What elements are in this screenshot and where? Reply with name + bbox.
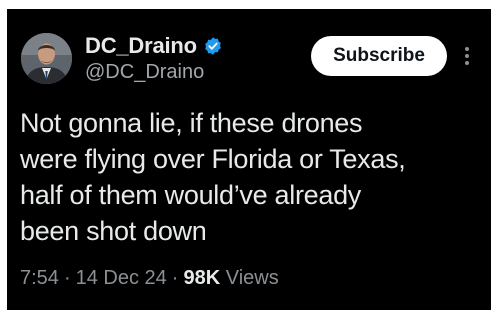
tweet-text-line: half of them would’ve already bbox=[20, 180, 361, 210]
meta-separator: · bbox=[63, 267, 71, 289]
views-count[interactable]: 98K bbox=[183, 267, 220, 289]
author-name-row[interactable]: DC_Draino bbox=[85, 33, 223, 59]
subscribe-button[interactable]: Subscribe bbox=[311, 36, 447, 76]
meta-separator: · bbox=[171, 267, 179, 289]
verified-badge-icon bbox=[205, 37, 221, 55]
views-label: Views bbox=[225, 267, 279, 289]
tweet-text-line: Not gonna lie, if these drones bbox=[20, 108, 363, 138]
author-display-name[interactable]: DC_Draino bbox=[85, 33, 197, 59]
more-options-icon[interactable] bbox=[459, 44, 475, 68]
tweet-text: Not gonna lie, if these drones were flyi… bbox=[20, 105, 480, 249]
tweet-date[interactable]: 14 Dec 24 bbox=[76, 267, 167, 289]
tweet-text-line: were flying over Florida or Texas, bbox=[20, 144, 406, 174]
tweet-text-line: been shot down bbox=[20, 216, 207, 246]
tweet-meta: 7:54 · 14 Dec 24 · 98K Views bbox=[20, 267, 279, 290]
avatar-image bbox=[21, 33, 72, 84]
avatar[interactable] bbox=[21, 33, 72, 84]
tweet-card: DC_Draino @DC_Draino Subscribe Not gonna… bbox=[7, 9, 491, 310]
author-handle[interactable]: @DC_Draino bbox=[85, 61, 204, 84]
tweet-time[interactable]: 7:54 bbox=[20, 267, 59, 289]
